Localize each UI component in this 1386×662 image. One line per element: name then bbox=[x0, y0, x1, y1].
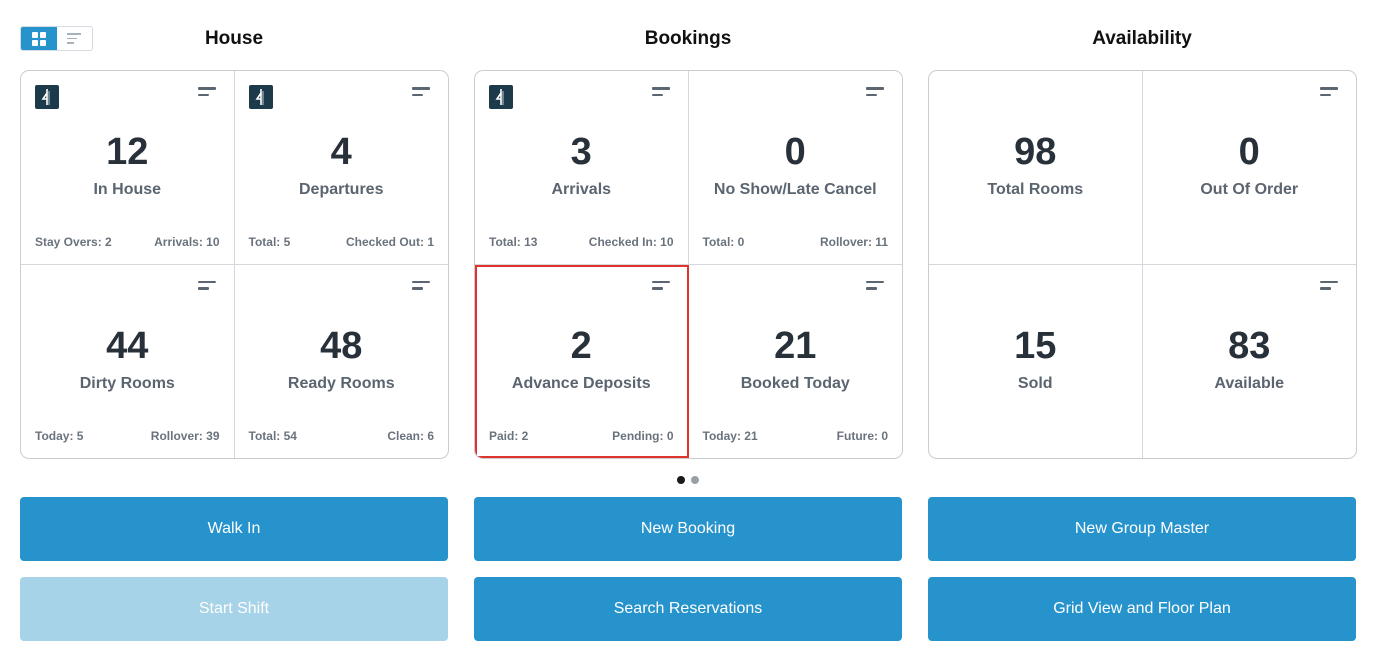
tile-dirty-rooms[interactable]: 44 Dirty Rooms Today: 5 Rollover: 39 bbox=[21, 264, 235, 458]
tile-footer-right: Clean: 6 bbox=[387, 429, 434, 443]
new-group-master-button[interactable]: New Group Master bbox=[928, 497, 1356, 561]
carousel-pagination bbox=[677, 476, 699, 484]
section-title-availability: Availability bbox=[1092, 28, 1192, 49]
new-booking-button[interactable]: New Booking bbox=[474, 497, 902, 561]
tile-footer-left: Total: 0 bbox=[702, 234, 745, 249]
tile-value: 2 bbox=[570, 324, 592, 367]
tile-arrivals[interactable]: 3 Arrivals Total: 13 Checked In: 10 bbox=[475, 71, 689, 265]
tile-label: No Show/Late Cancel bbox=[713, 181, 877, 198]
tile-menu-icon[interactable] bbox=[651, 280, 670, 290]
tile-label: Arrivals bbox=[551, 181, 612, 198]
tile-value: 0 bbox=[1238, 131, 1260, 173]
tile-menu-icon[interactable] bbox=[197, 280, 216, 290]
app-logo-icon bbox=[248, 85, 273, 109]
tile-label: Sold bbox=[1017, 374, 1053, 392]
tile-footer-right: Checked Out: 1 bbox=[345, 234, 434, 249]
tile-footer-right: Arrivals: 10 bbox=[154, 234, 220, 249]
bookings-panel: 3 Arrivals Total: 13 Checked In: 10 0 No… bbox=[474, 70, 903, 459]
tile-label: In House bbox=[93, 181, 162, 198]
tile-value: 3 bbox=[570, 131, 592, 173]
tile-in-house[interactable]: 12 In House Stay Overs: 2 Arrivals: 10 bbox=[21, 71, 235, 265]
tile-value: 83 bbox=[1228, 324, 1271, 367]
tile-sold[interactable]: 15 Sold bbox=[929, 264, 1143, 458]
tile-value: 4 bbox=[330, 131, 352, 173]
tile-menu-icon[interactable] bbox=[197, 87, 216, 96]
tile-value: 48 bbox=[320, 324, 363, 367]
tile-departures[interactable]: 4 Departures Total: 5 Checked Out: 1 bbox=[234, 71, 448, 265]
start-shift-button[interactable]: Start Shift bbox=[20, 577, 448, 641]
tile-menu-icon[interactable] bbox=[866, 280, 884, 290]
tile-footer-left: Total: 5 bbox=[248, 234, 291, 249]
tile-label: Out Of Order bbox=[1200, 181, 1299, 198]
tile-label: Dirty Rooms bbox=[79, 374, 175, 392]
section-title-bookings: Bookings bbox=[644, 28, 732, 49]
tile-label: Available bbox=[1214, 374, 1285, 392]
tile-value: 12 bbox=[106, 131, 149, 173]
tile-booked-today[interactable]: 21 Booked Today Today: 21 Future: 0 bbox=[689, 265, 903, 459]
tile-footer-right: Checked In: 10 bbox=[588, 234, 674, 249]
tile-value: 15 bbox=[1014, 324, 1057, 367]
tile-footer-left: Total: 54 bbox=[248, 429, 297, 443]
tile-available[interactable]: 83 Available bbox=[1143, 265, 1357, 459]
tile-menu-icon[interactable] bbox=[1320, 87, 1338, 96]
app-logo-icon bbox=[489, 85, 513, 109]
tile-menu-icon[interactable] bbox=[412, 280, 430, 290]
tile-advance-deposits[interactable]: 2 Advance Deposits Paid: 2 Pending: 0 bbox=[475, 264, 689, 458]
tile-footer-left: Stay Overs: 2 bbox=[35, 234, 112, 249]
tile-menu-icon[interactable] bbox=[651, 87, 670, 96]
carousel-dot-active[interactable] bbox=[677, 476, 685, 484]
availability-panel: 98 Total Rooms 0 Out Of Order 15 Sold 83… bbox=[928, 70, 1357, 459]
tile-footer-right: Future: 0 bbox=[836, 429, 888, 443]
tile-label: Ready Rooms bbox=[287, 374, 395, 392]
tile-label: Advance Deposits bbox=[511, 374, 651, 392]
tile-value: 44 bbox=[106, 324, 149, 367]
house-panel: 12 In House Stay Overs: 2 Arrivals: 10 4… bbox=[20, 70, 449, 459]
tile-menu-icon[interactable] bbox=[412, 87, 430, 96]
walk-in-button[interactable]: Walk In bbox=[20, 497, 448, 561]
tile-footer-right: Pending: 0 bbox=[612, 429, 674, 443]
carousel-dot[interactable] bbox=[691, 476, 699, 484]
tile-footer-left: Today: 21 bbox=[702, 429, 758, 443]
tile-value: 98 bbox=[1014, 131, 1057, 173]
tile-footer-left: Today: 5 bbox=[35, 429, 84, 443]
app-logo-icon bbox=[35, 85, 59, 109]
tile-total-rooms[interactable]: 98 Total Rooms bbox=[929, 71, 1143, 265]
tile-footer-right: Rollover: 39 bbox=[150, 429, 220, 443]
tile-value: 0 bbox=[784, 131, 806, 173]
tile-footer-left: Total: 13 bbox=[489, 234, 538, 249]
section-title-house: House bbox=[204, 28, 264, 49]
tile-menu-icon[interactable] bbox=[1320, 280, 1338, 290]
search-reservations-button[interactable]: Search Reservations bbox=[474, 577, 902, 641]
tile-menu-icon[interactable] bbox=[866, 87, 884, 96]
grid-view-floor-plan-button[interactable]: Grid View and Floor Plan bbox=[928, 577, 1356, 641]
tile-no-show-late-cancel[interactable]: 0 No Show/Late Cancel Total: 0 Rollover:… bbox=[688, 71, 902, 265]
tile-label: Booked Today bbox=[740, 374, 850, 392]
tile-label: Total Rooms bbox=[987, 181, 1084, 198]
tile-footer-right: Rollover: 11 bbox=[819, 234, 888, 249]
tile-footer-left: Paid: 2 bbox=[489, 429, 529, 443]
tile-out-of-order[interactable]: 0 Out Of Order bbox=[1142, 71, 1356, 265]
tile-ready-rooms[interactable]: 48 Ready Rooms Total: 54 Clean: 6 bbox=[235, 265, 449, 459]
tile-label: Departures bbox=[299, 181, 384, 198]
tile-value: 21 bbox=[774, 324, 817, 367]
